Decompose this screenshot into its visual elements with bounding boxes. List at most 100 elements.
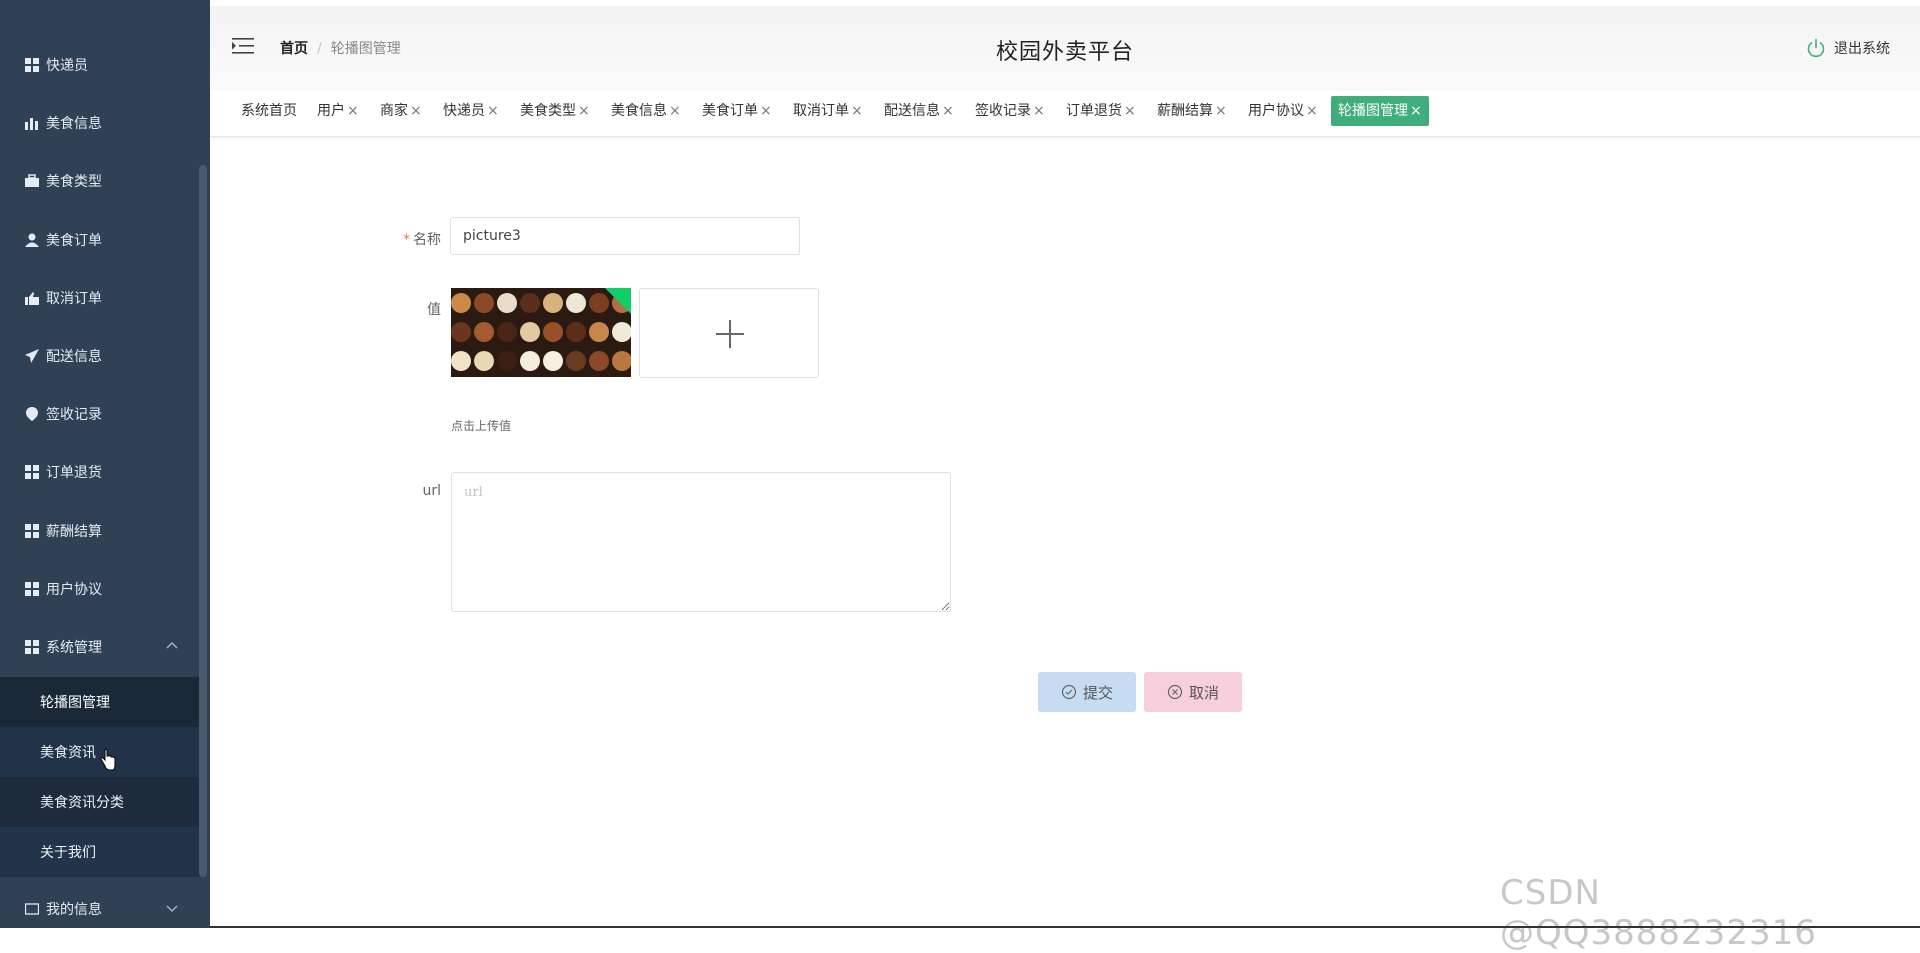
sidebar-item-order-returns[interactable]: 订单退货 — [0, 443, 200, 501]
tab-merchants[interactable]: 商家 × — [373, 96, 429, 126]
cancel-label: 取消 — [1188, 683, 1219, 702]
tab-close-icon[interactable]: × — [1215, 103, 1227, 119]
tab-close-icon[interactable]: × — [578, 103, 590, 119]
tab-system-home[interactable]: 系统首页 — [234, 96, 304, 126]
grid-icon — [24, 464, 40, 480]
close-circle-icon — [1167, 684, 1183, 700]
submenu-item-label: 美食资讯分类 — [40, 795, 124, 811]
sidebar: 快递员 美食信息 美食类型 美食订单 取消订单 配送信息 签收记录 订单退货 薪… — [0, 0, 210, 928]
sidebar-item-label: 美食订单 — [46, 233, 102, 249]
sidebar-item-label: 取消订单 — [46, 291, 102, 307]
sidebar-scrollbar[interactable] — [199, 165, 207, 877]
grid-icon — [24, 639, 40, 655]
tab-close-icon[interactable]: × — [347, 103, 359, 119]
submenu-item-about-us[interactable]: 关于我们 — [0, 827, 200, 877]
uploaded-image-thumbnail[interactable] — [451, 288, 631, 377]
tab-sign-records[interactable]: 签收记录 × — [968, 96, 1052, 126]
tab-order-returns[interactable]: 订单退货 × — [1059, 96, 1143, 126]
tab-label: 商家 — [380, 103, 408, 119]
value-label: 值 — [427, 302, 441, 318]
sidebar-item-label: 美食类型 — [46, 174, 102, 190]
tab-salary[interactable]: 薪酬结算 × — [1150, 96, 1234, 126]
paper-plane-icon — [24, 348, 40, 364]
name-label: * 名称 — [403, 232, 441, 248]
submenu-item-label: 关于我们 — [40, 845, 96, 861]
tab-label: 签收记录 — [975, 103, 1031, 119]
submenu-item-food-news[interactable]: 美食资讯 — [0, 727, 200, 777]
tab-close-icon[interactable]: × — [1410, 103, 1422, 119]
tab-users[interactable]: 用户 × — [310, 96, 366, 126]
tab-close-icon[interactable]: × — [1306, 103, 1318, 119]
tab-label: 薪酬结算 — [1157, 103, 1213, 119]
app-title: 校园外卖平台 — [995, 40, 1134, 65]
submenu-item-label: 美食资讯 — [40, 745, 96, 761]
cancel-button[interactable]: 取消 — [1144, 672, 1242, 712]
sidebar-item-label: 快递员 — [46, 58, 88, 74]
grid-icon — [24, 581, 40, 597]
grid-icon — [24, 523, 40, 539]
grid-icon — [24, 57, 40, 73]
sidebar-item-food-info[interactable]: 美食信息 — [0, 94, 200, 152]
sidebar-item-salary[interactable]: 薪酬结算 — [0, 502, 200, 560]
sidebar-item-label: 用户协议 — [46, 582, 102, 598]
power-icon — [1807, 39, 1825, 58]
url-label: url — [422, 483, 441, 499]
chevron-up-icon — [166, 642, 178, 649]
tab-couriers[interactable]: 快递员 × — [436, 96, 506, 126]
upload-add-button[interactable] — [639, 288, 819, 378]
tab-label: 美食订单 — [702, 103, 758, 119]
tab-close-icon[interactable]: × — [487, 103, 499, 119]
top-header: 首页 / 轮播图管理 校园外卖平台 退出系统 — [210, 0, 1920, 96]
plus-icon — [729, 320, 731, 348]
submit-label: 提交 — [1082, 683, 1113, 702]
chevron-down-icon — [166, 905, 178, 912]
tab-close-icon[interactable]: × — [669, 103, 681, 119]
upload-success-badge — [605, 288, 631, 314]
briefcase-icon — [24, 173, 40, 189]
tab-close-icon[interactable]: × — [410, 103, 422, 119]
id-card-icon — [24, 901, 40, 917]
sidebar-item-cancel-orders[interactable]: 取消订单 — [0, 269, 200, 327]
sidebar-item-label: 系统管理 — [46, 640, 102, 656]
url-textarea[interactable] — [451, 472, 951, 612]
sidebar-item-delivery-info[interactable]: 配送信息 — [0, 327, 200, 385]
submenu-item-carousel[interactable]: 轮播图管理 — [0, 677, 200, 727]
tab-close-icon[interactable]: × — [1124, 103, 1136, 119]
logout-label: 退出系统 — [1834, 41, 1890, 57]
tab-close-icon[interactable]: × — [760, 103, 772, 119]
user-icon — [24, 232, 40, 248]
sidebar-item-my-info[interactable]: 我的信息 — [0, 880, 200, 928]
tab-label: 配送信息 — [884, 103, 940, 119]
name-input[interactable] — [450, 217, 800, 255]
tab-user-agreement[interactable]: 用户协议 × — [1241, 96, 1325, 126]
logout-button[interactable]: 退出系统 — [1806, 38, 1890, 58]
sidebar-item-user-agreement[interactable]: 用户协议 — [0, 560, 200, 618]
sidebar-item-food-orders[interactable]: 美食订单 — [0, 211, 200, 269]
tab-close-icon[interactable]: × — [942, 103, 954, 119]
tab-close-icon[interactable]: × — [851, 103, 863, 119]
sidebar-item-couriers[interactable]: 快递员 — [0, 36, 200, 94]
tab-label: 美食信息 — [611, 103, 667, 119]
sidebar-item-system-management[interactable]: 系统管理 — [0, 618, 200, 676]
tab-food-orders[interactable]: 美食订单 × — [695, 96, 779, 126]
chocolates-image — [451, 288, 631, 377]
tab-close-icon[interactable]: × — [1033, 103, 1045, 119]
submenu-item-food-news-category[interactable]: 美食资讯分类 — [0, 777, 200, 827]
tab-label: 快递员 — [443, 103, 485, 119]
tab-label: 用户 — [317, 103, 345, 119]
submit-button[interactable]: 提交 — [1038, 672, 1136, 712]
tab-label: 系统首页 — [241, 103, 297, 119]
check-circle-icon — [1061, 684, 1077, 700]
sidebar-item-label: 我的信息 — [46, 902, 102, 918]
tab-label: 用户协议 — [1248, 103, 1304, 119]
tab-bar: 系统首页 用户 × 商家 × 快递员 × 美食类型 × 美食信息 × 美食订单 × 取消订单… — [210, 90, 1920, 137]
tab-cancel-orders[interactable]: 取消订单 × — [786, 96, 870, 126]
tab-delivery-info[interactable]: 配送信息 × — [877, 96, 961, 126]
tab-food-info[interactable]: 美食信息 × — [604, 96, 688, 126]
tab-food-types[interactable]: 美食类型 × — [513, 96, 597, 126]
tab-carousel-management[interactable]: 轮播图管理 × — [1331, 96, 1429, 126]
sidebar-item-sign-records[interactable]: 签收记录 — [0, 385, 200, 443]
sidebar-item-food-types[interactable]: 美食类型 — [0, 152, 200, 210]
sidebar-item-label: 订单退货 — [46, 465, 102, 481]
submenu-item-label: 轮播图管理 — [40, 695, 110, 711]
